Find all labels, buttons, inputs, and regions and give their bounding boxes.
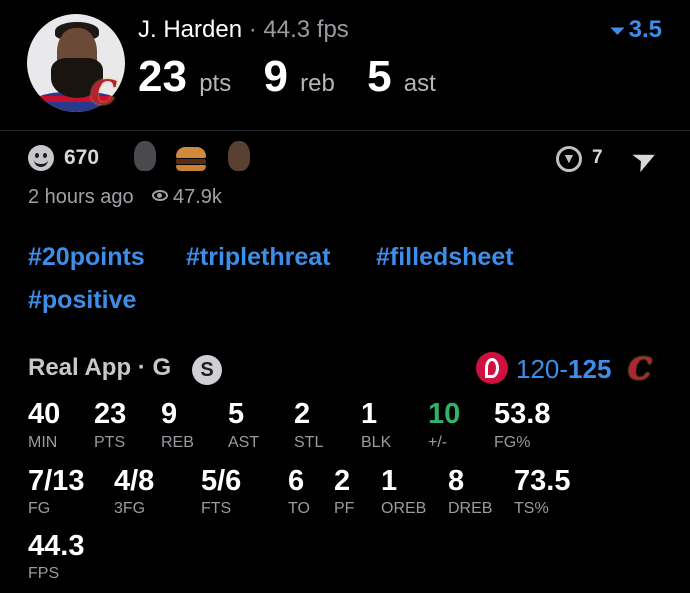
- rebounds-unit: reb: [300, 70, 335, 97]
- eye-icon: [152, 190, 168, 201]
- stat-3fg-value: 4/8: [114, 465, 155, 497]
- rebounds-value: 9: [263, 52, 288, 101]
- stat-to-label: TO: [288, 500, 310, 517]
- stat-fgpct-value: 53.8: [494, 398, 551, 430]
- stat-tspct-value: 73.5: [514, 465, 571, 497]
- fps-label: 44.3 fps: [263, 16, 349, 43]
- points-value: 23: [138, 52, 187, 101]
- patty-shape: [176, 159, 206, 164]
- game-title[interactable]: Real App · G: [28, 354, 171, 382]
- stat-min-value: 40: [28, 398, 61, 430]
- stat-fps-label: FPS: [28, 565, 60, 582]
- stat-tspct-label: TS%: [514, 500, 549, 517]
- separator-dot: ·: [248, 16, 257, 43]
- divider: [0, 130, 690, 131]
- stat-pf-label: PF: [334, 500, 355, 517]
- points-unit: pts: [199, 70, 232, 97]
- hashtag-filledsheet[interactable]: #filledsheet: [376, 243, 514, 272]
- stat-oreb-label: OREB: [381, 500, 427, 517]
- line-value: 3.5: [628, 16, 662, 43]
- player-head-emoji-icon-2[interactable]: [228, 141, 250, 171]
- player-head-emoji-icon[interactable]: [134, 141, 156, 171]
- stat-fg-label: FG: [28, 500, 51, 517]
- stat-plusminus-value: 10: [428, 398, 461, 430]
- cavaliers-logo-icon-small: C: [628, 352, 652, 387]
- bun-bottom-shape: [176, 165, 206, 171]
- stat-fg-value: 7/13: [28, 465, 85, 497]
- stat-oreb-value: 1: [381, 465, 398, 497]
- hashtag-positive[interactable]: #positive: [28, 286, 136, 315]
- stat-line: 23 pts 9 reb 5 ast: [138, 52, 456, 102]
- stat-dreb-value: 8: [448, 465, 465, 497]
- stat-fts-label: FTS: [201, 500, 232, 517]
- stat-pf-value: 2: [334, 465, 351, 497]
- score-left: 120-: [516, 354, 569, 384]
- stat-dreb-label: DREB: [448, 500, 493, 517]
- stat-fgpct-label: FG%: [494, 434, 531, 451]
- stat-reb-value: 9: [161, 398, 178, 430]
- shield-count: 7: [592, 147, 603, 168]
- assists-unit: ast: [403, 70, 436, 97]
- stat-fts-value: 5/6: [201, 465, 242, 497]
- time-ago: 2 hours ago: [28, 186, 134, 208]
- hashtag-triplethreat[interactable]: #triplethreat: [186, 243, 330, 272]
- line-badge[interactable]: ⏷ 3.5: [610, 16, 662, 44]
- shield-icon[interactable]: [556, 146, 582, 172]
- funnel-icon: ⏷: [610, 21, 625, 41]
- assists-value: 5: [367, 52, 392, 101]
- view-count: 47.9k: [173, 186, 222, 208]
- stat-min-label: MIN: [28, 434, 58, 451]
- stat-reb-label: REB: [161, 434, 194, 451]
- s-badge: S: [192, 355, 222, 385]
- stat-fps-value: 44.3: [28, 530, 85, 562]
- reaction-count: 670: [64, 146, 100, 169]
- stat-ast-label: AST: [228, 434, 260, 451]
- stat-to-value: 6: [288, 465, 305, 497]
- stat-blk-value: 1: [361, 398, 378, 430]
- game-score[interactable]: 120-125: [516, 354, 611, 385]
- raptors-logo-icon: [476, 352, 508, 384]
- stat-stl-value: 2: [294, 398, 311, 430]
- burger-emoji-icon[interactable]: [176, 147, 206, 171]
- player-header[interactable]: J. Harden · 44.3 fps: [138, 16, 349, 44]
- hashtag-20points[interactable]: #20points: [28, 243, 145, 272]
- stat-pts-label: PTS: [94, 434, 126, 451]
- stat-ast-value: 5: [228, 398, 245, 430]
- stat-stl-label: STL: [294, 434, 324, 451]
- stat-3fg-label: 3FG: [114, 500, 146, 517]
- stat-blk-label: BLK: [361, 434, 392, 451]
- stat-pts-value: 23: [94, 398, 127, 430]
- cavaliers-logo-icon: C: [90, 73, 118, 113]
- score-right: 125: [568, 354, 612, 384]
- bun-top-shape: [176, 147, 206, 158]
- send-icon[interactable]: ➤: [626, 138, 664, 180]
- stat-plusminus-label: +/-: [428, 434, 448, 451]
- player-name[interactable]: J. Harden: [138, 16, 242, 43]
